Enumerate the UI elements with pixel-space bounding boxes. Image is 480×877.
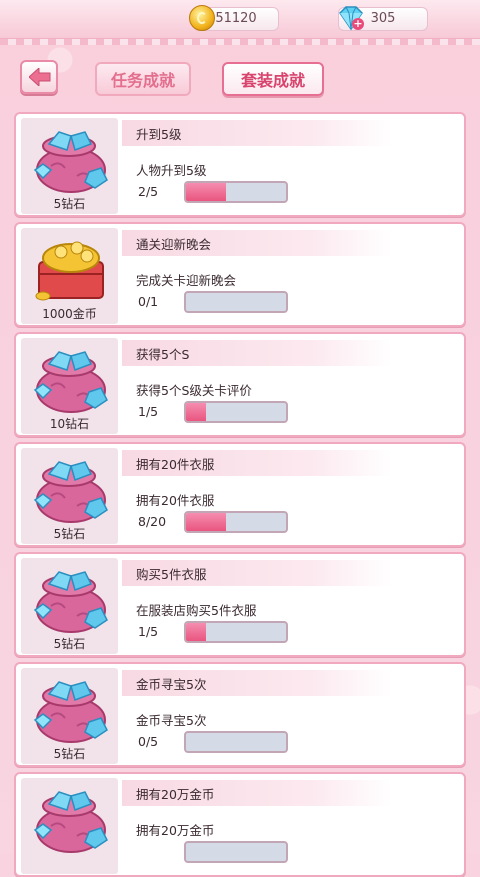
achievement-title: 通关迎新晚会 <box>136 237 212 252</box>
achievement-description: 完成关卡迎新晚会 <box>136 273 237 288</box>
reward-box: 5钻石 <box>21 668 118 764</box>
achievement-description: 拥有20件衣服 <box>136 493 215 508</box>
progress-bar <box>184 621 288 643</box>
progress-bar <box>184 181 288 203</box>
reward-box: 1000金币 <box>21 228 118 324</box>
progress-fill <box>186 183 226 201</box>
diamond-bag-icon <box>33 791 108 853</box>
reward-label: 1000金币 <box>42 307 97 321</box>
reward-box: 5钻石 <box>21 448 118 544</box>
coin-icon <box>189 5 215 31</box>
achievement-card[interactable]: 10钻石 获得5个S 获得5个S级关卡评价 1/5 <box>14 332 466 437</box>
achievement-description: 金币寻宝5次 <box>136 713 207 728</box>
tab-suit-achievements[interactable]: 套装成就 <box>222 62 324 96</box>
plus-icon[interactable]: + <box>352 18 364 30</box>
achievement-card[interactable]: 拥有20万金币 拥有20万金币 <box>14 772 466 877</box>
tab-task-achievements[interactable]: 任务成就 <box>95 62 191 96</box>
reward-label: 5钻石 <box>53 637 86 651</box>
diamond-bag-icon <box>33 131 108 193</box>
progress-text: 0/1 <box>138 294 159 309</box>
progress-text: 2/5 <box>138 184 159 199</box>
achievement-title: 拥有20件衣服 <box>136 457 215 472</box>
achievement-description: 获得5个S级关卡评价 <box>136 383 252 398</box>
progress-text: 8/20 <box>138 514 167 529</box>
back-button[interactable] <box>20 60 58 94</box>
reward-box: 10钻石 <box>21 338 118 434</box>
reward-label: 5钻石 <box>53 197 86 211</box>
reward-label: 10钻石 <box>49 417 90 431</box>
diamond-amount: 305 <box>370 11 396 26</box>
progress-text: 1/5 <box>138 404 159 419</box>
achievement-title: 获得5个S <box>136 347 190 362</box>
lace-border <box>0 39 480 45</box>
diamond-bag-icon <box>33 681 108 743</box>
diamond-bag-icon <box>33 461 108 523</box>
progress-fill <box>186 623 206 641</box>
progress-fill <box>186 513 226 531</box>
achievement-description: 人物升到5级 <box>136 163 207 178</box>
reward-label: 5钻石 <box>53 747 86 761</box>
achievement-title: 购买5件衣服 <box>136 567 207 582</box>
progress-bar <box>184 841 288 863</box>
progress-bar <box>184 511 288 533</box>
reward-box: 5钻石 <box>21 118 118 214</box>
progress-fill <box>186 403 206 421</box>
achievement-description: 拥有20万金币 <box>136 823 215 838</box>
reward-label: 5钻石 <box>53 527 86 541</box>
achievement-card[interactable]: 5钻石 金币寻宝5次 金币寻宝5次 0/5 <box>14 662 466 767</box>
gold-chest-icon <box>35 241 104 301</box>
achievement-title: 升到5级 <box>136 127 182 142</box>
achievement-title: 拥有20万金币 <box>136 787 215 802</box>
achievement-card[interactable]: 5钻石 升到5级人物升到5级 2/5 <box>14 112 466 217</box>
back-arrow-icon <box>29 68 51 86</box>
coin-amount: 51120 <box>215 11 257 26</box>
progress-text: 1/5 <box>138 624 159 639</box>
progress-text: 0/5 <box>138 734 159 749</box>
achievement-card[interactable]: 5钻石 购买5件衣服在服装店购买5件衣服 1/5 <box>14 552 466 657</box>
achievement-card[interactable]: 1000金币 通关迎新晚会完成关卡迎新晚会 0/1 <box>14 222 466 327</box>
diamond-bag-icon <box>33 351 108 413</box>
achievement-card[interactable]: 5钻石 拥有20件衣服 拥有20件衣服 8/20 <box>14 442 466 547</box>
progress-bar <box>184 401 288 423</box>
diamond-bag-icon <box>33 571 108 633</box>
top-resource-bar: 51120 305 + <box>0 0 480 45</box>
reward-box: 5钻石 <box>21 558 118 654</box>
reward-box <box>21 778 118 874</box>
achievement-title: 金币寻宝5次 <box>136 677 207 692</box>
progress-bar <box>184 731 288 753</box>
achievement-description: 在服装店购买5件衣服 <box>136 603 257 618</box>
progress-bar <box>184 291 288 313</box>
